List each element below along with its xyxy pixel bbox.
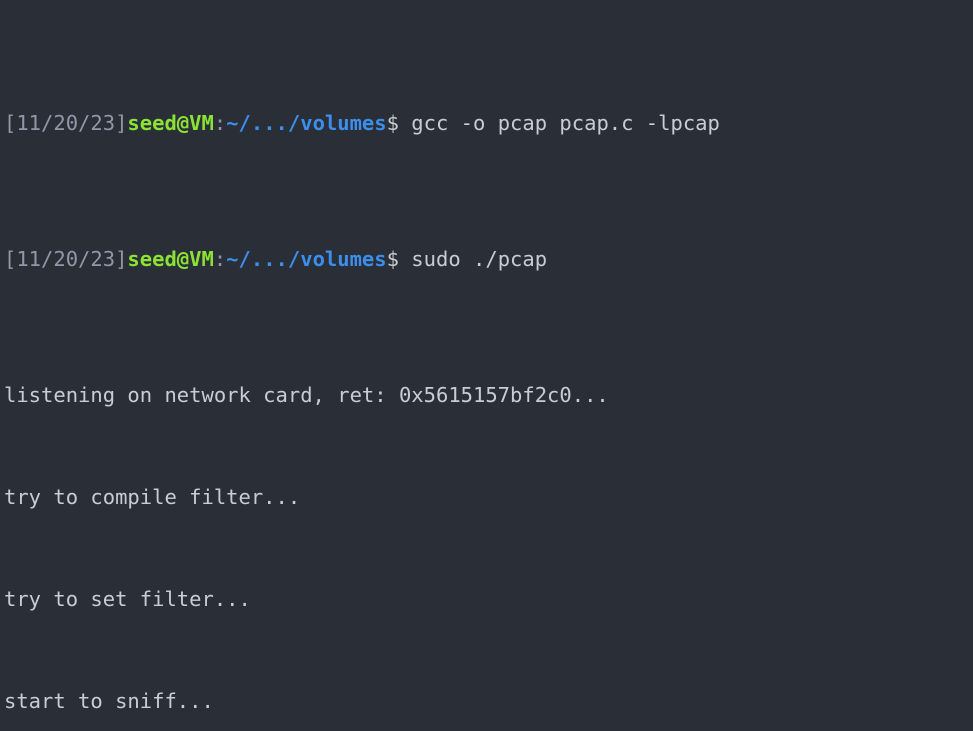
prompt-user-host: seed@VM: [127, 247, 214, 271]
prompt-timestamp: [11/20/23]: [4, 111, 128, 135]
command-text-1: gcc -o pcap pcap.c -lpcap: [398, 111, 720, 135]
prompt-separator: :: [213, 111, 227, 135]
prompt-path: ~/.../volumes: [226, 247, 387, 271]
prompt-path: ~/.../volumes: [226, 111, 387, 135]
prompt-separator: :: [213, 247, 227, 271]
prompt-user-host: seed@VM: [127, 111, 214, 135]
prompt-symbol: $: [386, 247, 399, 271]
output-line-listening: listening on network card, ret: 0x561515…: [4, 383, 609, 407]
output-line-compile-filter: try to compile filter...: [4, 485, 301, 509]
command-text-2: sudo ./pcap: [398, 247, 548, 271]
prompt-symbol: $: [386, 111, 399, 135]
output-line-start-sniff: start to sniff...: [4, 689, 214, 713]
prompt-timestamp: [11/20/23]: [4, 247, 128, 271]
prompt-line-1: [11/20/23]seed@VM:~/.../volumes$ gcc -o …: [4, 106, 973, 140]
output-line-set-filter: try to set filter...: [4, 587, 251, 611]
terminal-screen[interactable]: [11/20/23]seed@VM:~/.../volumes$ gcc -o …: [0, 0, 973, 731]
prompt-line-2: [11/20/23]seed@VM:~/.../volumes$ sudo ./…: [4, 242, 973, 276]
